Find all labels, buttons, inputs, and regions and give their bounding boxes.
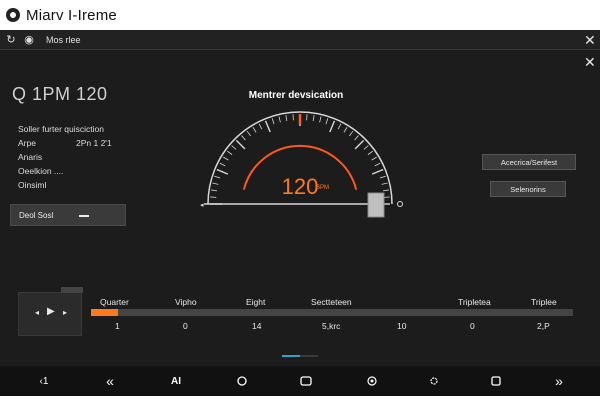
tab-label[interactable]: Mos rlee: [46, 35, 81, 45]
square-icon[interactable]: [296, 373, 316, 389]
gauge-tick: [349, 130, 354, 137]
sound-selector-label: Deol Sosl: [19, 210, 54, 220]
track-header: Sectteteen: [311, 297, 352, 307]
tempo-readout: Q 1PM 120: [12, 84, 108, 104]
app-title: Miarv I-Ireme: [26, 6, 117, 24]
info-row: Anaris: [18, 152, 43, 162]
gauge-tick: [258, 123, 263, 130]
track-value: 0: [470, 321, 475, 331]
track-header: Eight: [246, 297, 266, 307]
gauge-tick: [216, 168, 229, 175]
record-icon[interactable]: ◉: [22, 33, 36, 47]
rewind-icon[interactable]: «: [100, 373, 120, 389]
gauge-end-icon: [397, 201, 403, 207]
gauge-slider-handle[interactable]: [367, 192, 385, 218]
close-icon[interactable]: ✕: [584, 33, 596, 47]
track-header: Triplee: [531, 297, 557, 307]
gauge-tick: [343, 127, 348, 133]
gauge-tick: [363, 145, 369, 150]
gauge-tick: [285, 115, 288, 122]
title-bar: Miarv I-Ireme: [0, 0, 600, 30]
gauge-unit: BPM: [316, 185, 329, 191]
play-icon[interactable]: ▶: [47, 306, 55, 317]
track-progress-fill: [91, 309, 118, 316]
gauge-tick: [252, 127, 257, 133]
gauge-tick: [235, 139, 246, 150]
page-indicator: [282, 355, 318, 357]
next-icon[interactable]: ▸: [63, 308, 67, 317]
gauge-tick: [382, 189, 389, 192]
gauge-value: 120: [282, 174, 319, 199]
prev-icon[interactable]: ◂: [35, 308, 39, 317]
info-heading: Soller furter quisciction: [18, 124, 104, 134]
gauge-tick: [226, 150, 233, 155]
gauge-left-marker: ◂: [200, 201, 204, 209]
gauge-tick: [329, 120, 336, 133]
track-value: 14: [252, 321, 262, 331]
gauge-tick: [312, 115, 315, 122]
ai-icon[interactable]: AI: [166, 373, 186, 389]
gauge-tick: [231, 145, 237, 150]
gauge-title: Mentrer devsication: [248, 90, 344, 101]
track-value: 2,P: [537, 321, 550, 331]
gauge-tick: [374, 162, 381, 167]
gauge-tick: [241, 135, 246, 141]
track-header: Quarter: [100, 297, 129, 307]
gauge-tick: [367, 150, 374, 155]
gauge-tick: [337, 123, 342, 130]
bottom-strip: [0, 396, 600, 420]
gauge-tick: [246, 130, 251, 137]
tempo-gauge: ◂ 120 BPM: [200, 111, 403, 218]
refresh-icon[interactable]: ↻: [4, 33, 18, 47]
main-window: ↻ ◉ Mos rlee ✕ ✕ Q 1PM 120 Soller furter…: [0, 30, 600, 420]
selection-button[interactable]: Selenorins: [490, 181, 566, 197]
gauge-tick: [214, 175, 221, 179]
circle-icon[interactable]: [232, 373, 252, 389]
gauge-tick: [371, 156, 377, 161]
tab-bar: ↻ ◉ Mos rlee ✕: [0, 30, 600, 50]
gauge-tick: [271, 118, 275, 125]
gauge-tick: [381, 182, 388, 185]
target-icon[interactable]: [362, 373, 382, 389]
transport-tab[interactable]: [61, 287, 83, 293]
bottom-navbar: ‹1 « AI »: [0, 366, 600, 396]
sound-selector[interactable]: Deol Sosl: [10, 204, 126, 226]
app-logo-icon: [6, 8, 20, 22]
track-value: 0: [183, 321, 188, 331]
forward-icon[interactable]: »: [549, 373, 569, 389]
minus-icon[interactable]: [79, 215, 89, 217]
close-panel-icon[interactable]: ✕: [584, 55, 596, 69]
info-row: Oeelkion ....: [18, 166, 64, 176]
gauge-tick: [223, 156, 229, 161]
info-row: Oinsiml: [18, 180, 47, 190]
gauge-tick: [354, 139, 365, 150]
back-icon[interactable]: ‹1: [34, 373, 54, 389]
track-value: 10: [397, 321, 407, 331]
accessory-button[interactable]: Acecrica/Serifest: [482, 154, 576, 170]
info-list: Soller furter quisciction Arpe 2Pn 1 2'1…: [18, 124, 178, 194]
info-row: Arpe 2Pn 1 2'1: [18, 138, 112, 148]
gauge-tick: [211, 189, 218, 192]
track-header: Tripletea: [458, 297, 491, 307]
gauge-tick: [319, 116, 322, 123]
track-progress-bar[interactable]: [91, 309, 573, 316]
stop-icon[interactable]: [486, 373, 506, 389]
track-value: 5,krc: [322, 321, 341, 331]
transport-controls: ◂ ▶ ▸: [18, 287, 83, 336]
gauge-tick: [325, 118, 329, 125]
settings-icon[interactable]: [424, 373, 444, 389]
page-indicator-active: [282, 355, 300, 357]
gauge-tick: [379, 175, 386, 179]
gauge-tick: [264, 120, 271, 133]
track-value: 1: [115, 321, 120, 331]
gauge-tick: [278, 116, 281, 123]
gauge-tick: [371, 168, 384, 175]
gauge-tick: [219, 162, 226, 167]
track-header: Vipho: [175, 297, 197, 307]
gauge-tick: [212, 182, 219, 185]
gauge-tick: [354, 135, 359, 141]
